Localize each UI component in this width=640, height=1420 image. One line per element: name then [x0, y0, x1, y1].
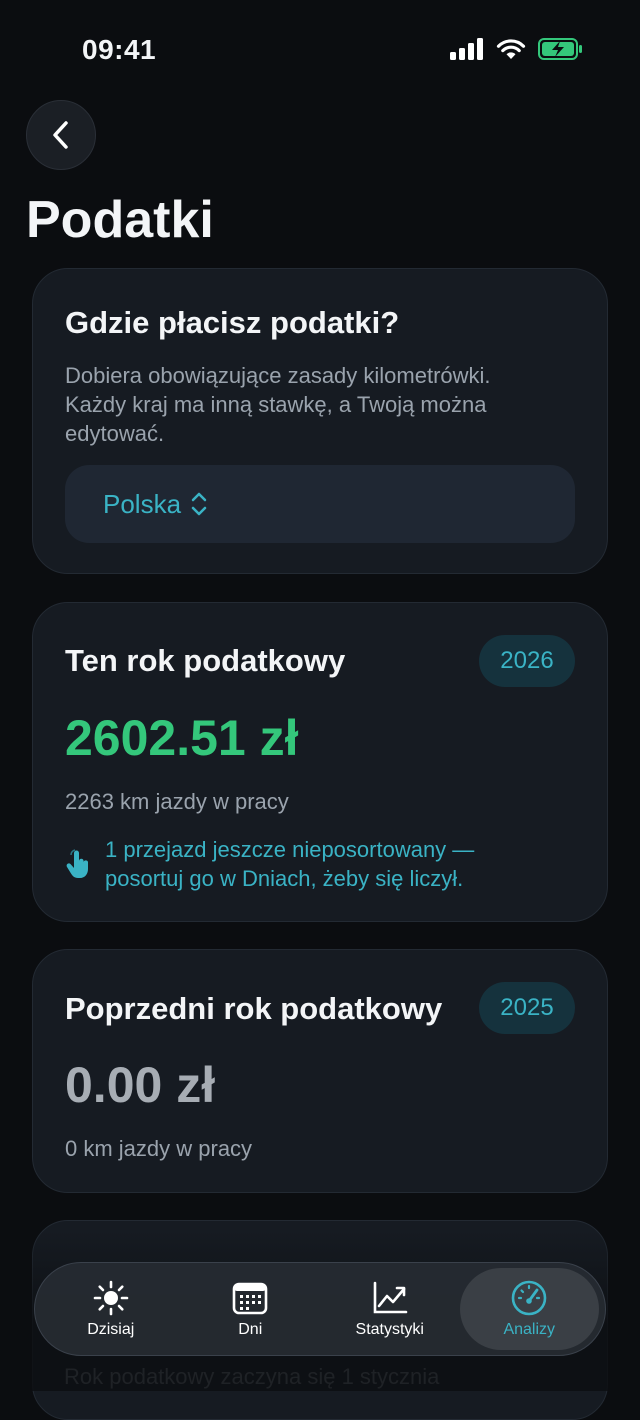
tab-label: Analizy [503, 1321, 556, 1338]
tab-label: Statystyki [355, 1321, 424, 1338]
country-card-description: Dobiera obowiązujące zasady kilometrówki… [65, 363, 491, 446]
info-card-text: Rok podatkowy zaczyna się 1 stycznia [64, 1364, 440, 1389]
status-bar: 09:41 [0, 0, 640, 100]
country-card-title: Gdzie płacisz podatki? [65, 305, 400, 340]
tab-dni[interactable]: Dni [181, 1268, 321, 1350]
tab-label: Dzisiaj [87, 1321, 135, 1338]
tab-label: Dni [238, 1321, 263, 1338]
this-year-amount: 2602.51 zł [65, 710, 299, 766]
tab-statystyki[interactable]: Statystyki [320, 1268, 460, 1350]
calendar-icon [232, 1282, 268, 1315]
battery-charging-icon [538, 38, 582, 60]
gauge-icon [511, 1280, 547, 1316]
previous-year-badge: 2025 [479, 982, 575, 1034]
unsorted-notice[interactable]: 1 przejazd jeszcze nieposortowany — poso… [65, 835, 474, 893]
previous-year-card: Poprzedni rok podatkowy 2025 0.00 zł 0 k… [32, 949, 608, 1193]
chart-icon [373, 1281, 408, 1314]
hand-tap-icon [66, 849, 88, 878]
previous-year-title: Poprzedni rok podatkowy [65, 991, 443, 1026]
country-select[interactable]: Polska [65, 465, 575, 543]
back-button[interactable] [26, 100, 96, 170]
this-year-km: 2263 km jazdy w pracy [65, 789, 289, 814]
page-title: Podatki [26, 191, 214, 249]
previous-year-km: 0 km jazdy w pracy [65, 1136, 253, 1161]
wifi-icon [496, 39, 526, 59]
country-card: Gdzie płacisz podatki? Dobiera obowiązuj… [32, 268, 608, 574]
tab-bar: Dzisiaj Dni Statystyki Analizy [34, 1262, 606, 1356]
status-icons [450, 38, 584, 60]
this-year-card: Ten rok podatkowy 2026 2602.51 zł 2263 k… [32, 602, 608, 922]
this-year-title: Ten rok podatkowy [65, 643, 346, 678]
previous-year-amount: 0.00 zł [65, 1057, 216, 1113]
status-time: 09:41 [82, 34, 157, 65]
year-badge: 2026 [479, 635, 575, 687]
cellular-signal-icon [450, 38, 483, 60]
chevron-up-down-icon [191, 492, 207, 516]
chevron-left-icon [53, 121, 68, 149]
tab-dzisiaj[interactable]: Dzisiaj [41, 1268, 181, 1350]
sun-icon [93, 1280, 129, 1316]
country-select-value: Polska [103, 488, 182, 519]
tab-analizy[interactable]: Analizy [459, 1268, 599, 1350]
